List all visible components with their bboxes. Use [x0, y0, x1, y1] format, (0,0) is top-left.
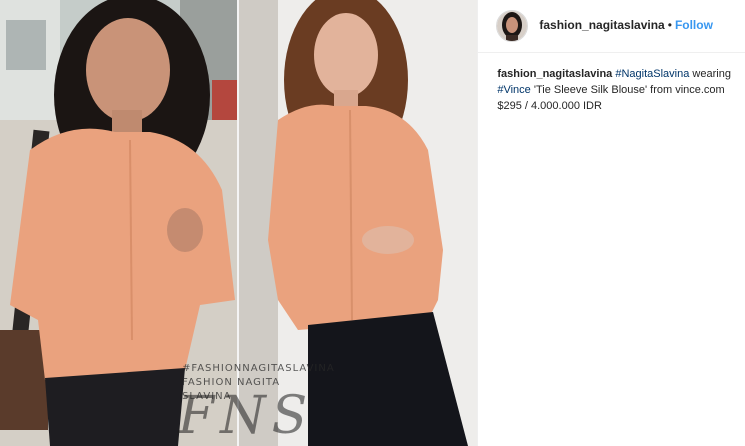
hashtag-nagitaslavina-link[interactable]: #NagitaSlavina — [615, 68, 689, 80]
caption-text-wearing: wearing — [689, 68, 731, 80]
post-header: fashion_nagitaslavina • Follow — [478, 0, 745, 53]
avatar[interactable] — [496, 10, 529, 42]
caption-price: $295 / 4.000.000 IDR — [497, 100, 602, 112]
caption-username-link[interactable]: fashion_nagitaslavina — [497, 68, 612, 80]
post-sidebar: fashion_nagitaslavina • Follow fashion_nag… — [477, 0, 745, 446]
watermark-logo: FNS — [178, 386, 314, 446]
header-separator: • — [667, 18, 672, 32]
post-caption: fashion_nagitaslavina #NagitaSlavina wea… — [497, 66, 732, 114]
caption-text-product: 'Tie Sleeve Silk Blouse' from vince.com — [530, 84, 725, 96]
header-username-link[interactable]: fashion_nagitaslavina — [539, 18, 664, 32]
avatar-image — [497, 11, 528, 41]
header-text: fashion_nagitaslavina • Follow — [539, 18, 713, 32]
watermark-hashtag: #FASHIONNAGITASLAVINA — [182, 363, 335, 374]
follow-button[interactable]: Follow — [675, 18, 713, 32]
post-image[interactable]: #FASHIONNAGITASLAVINA FASHION NAGITA SLA… — [0, 0, 478, 446]
hashtag-vince-link[interactable]: #Vince — [497, 84, 530, 96]
instagram-post: #FASHIONNAGITASLAVINA FASHION NAGITA SLA… — [0, 0, 745, 446]
